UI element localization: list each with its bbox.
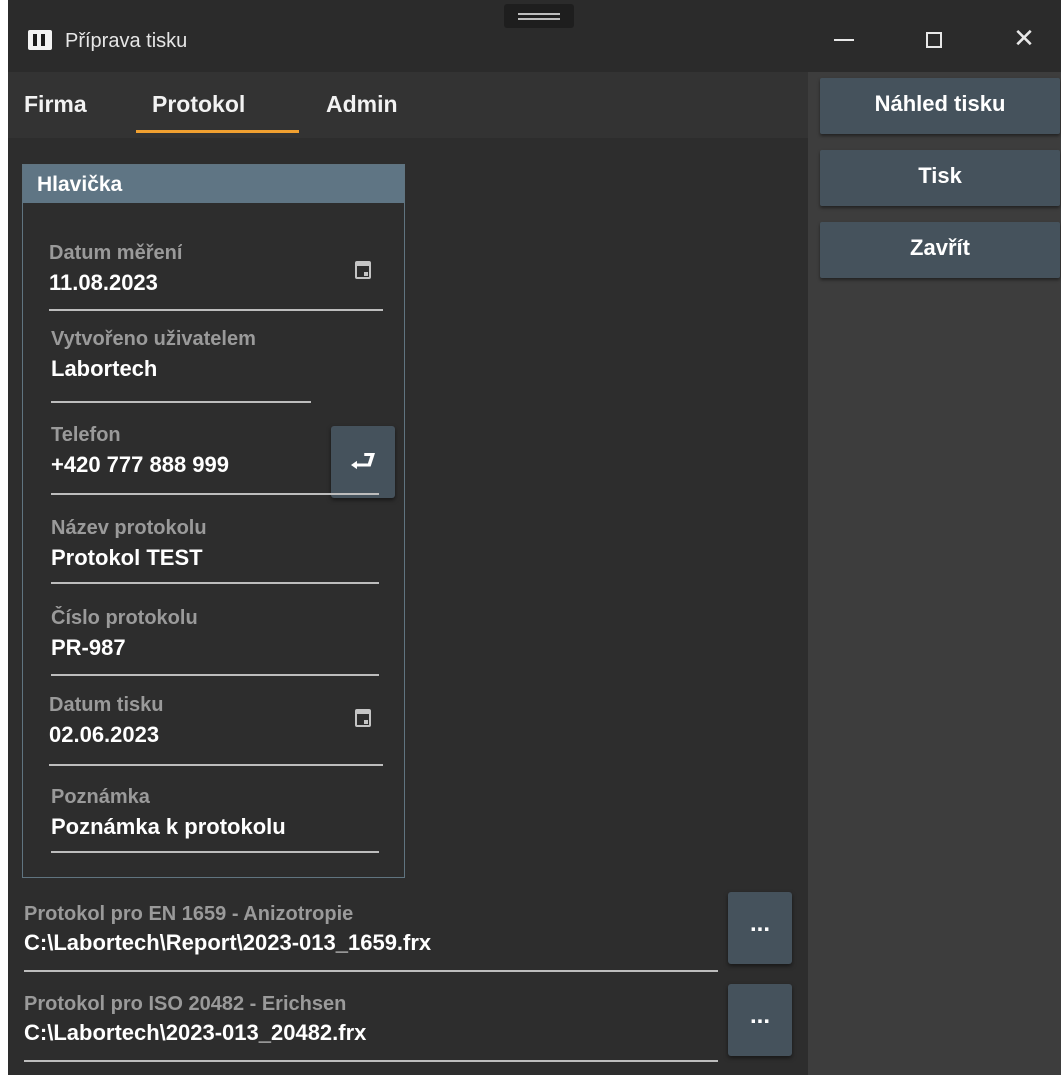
window-title: Příprava tisku bbox=[65, 30, 188, 52]
tab-bar: Firma Protokol Admin bbox=[8, 72, 808, 138]
main-content: Firma Protokol Admin Hlavička Datum měře… bbox=[8, 72, 808, 1075]
minimize-button[interactable] bbox=[814, 16, 874, 60]
field-label: Číslo protokolu bbox=[51, 607, 198, 629]
print-preview-button[interactable]: Náhled tisku bbox=[820, 78, 1060, 134]
maximize-icon bbox=[926, 32, 942, 49]
field-value: 11.08.2023 bbox=[49, 270, 158, 295]
print-date-field[interactable]: Datum tisku 02.06.2023 bbox=[49, 693, 383, 766]
field-label: Telefon bbox=[51, 424, 121, 446]
file-label: Protokol pro ISO 20482 - Erichsen bbox=[24, 993, 347, 1015]
action-panel: Náhled tisku Tisk Zavřít bbox=[808, 72, 1061, 1075]
tab-protokol[interactable]: Protokol bbox=[152, 88, 245, 120]
close-button[interactable]: Zavřít bbox=[820, 222, 1060, 278]
field-value: Labortech bbox=[51, 356, 158, 381]
measurement-date-field[interactable]: Datum měření 11.08.2023 bbox=[49, 241, 383, 311]
tab-admin[interactable]: Admin bbox=[326, 88, 398, 120]
field-value: 02.06.2023 bbox=[49, 722, 160, 747]
field-value: Poznámka k protokolu bbox=[51, 814, 286, 839]
field-label: Poznámka bbox=[51, 786, 150, 808]
report-file-field-iso20482[interactable]: Protokol pro ISO 20482 - Erichsen C:\Lab… bbox=[24, 992, 718, 1062]
tab-firma[interactable]: Firma bbox=[24, 88, 87, 120]
title-bar[interactable]: Příprava tisku ✕ bbox=[8, 0, 1061, 72]
protocol-number-field[interactable]: Číslo protokolu PR-987 bbox=[51, 606, 379, 676]
drag-handle-icon[interactable] bbox=[504, 4, 574, 28]
phone-field[interactable]: Telefon +420 777 888 999 bbox=[51, 423, 379, 495]
browse-file-button-iso20482[interactable]: ... bbox=[728, 984, 792, 1056]
note-field[interactable]: Poznámka Poznámka k protokolu bbox=[51, 785, 379, 853]
field-label: Datum tisku bbox=[49, 694, 164, 716]
field-label: Datum měření bbox=[49, 242, 183, 264]
field-value: +420 777 888 999 bbox=[51, 452, 230, 477]
created-by-field[interactable]: Vytvořeno uživatelem Labortech bbox=[51, 327, 311, 403]
file-label: Protokol pro EN 1659 - Anizotropie bbox=[24, 903, 354, 925]
calendar-icon[interactable] bbox=[355, 261, 371, 279]
print-button[interactable]: Tisk bbox=[820, 150, 1060, 206]
field-label: Vytvořeno uživatelem bbox=[51, 328, 256, 350]
header-groupbox: Hlavička Datum měření 11.08.2023 Vytvoře… bbox=[22, 164, 405, 878]
field-label: Název protokolu bbox=[51, 517, 207, 539]
groupbox-title: Hlavička bbox=[23, 165, 404, 203]
report-file-field-en1659[interactable]: Protokol pro EN 1659 - Anizotropie C:\La… bbox=[24, 902, 718, 972]
print-preparation-window: Příprava tisku ✕ Firma Protokol Admin Hl… bbox=[8, 0, 1061, 1075]
app-icon bbox=[28, 30, 52, 50]
protocol-name-field[interactable]: Název protokolu Protokol TEST bbox=[51, 516, 379, 584]
browse-file-button-en1659[interactable]: ... bbox=[728, 892, 792, 964]
close-icon: ✕ bbox=[1013, 23, 1035, 53]
minimize-icon bbox=[834, 39, 854, 42]
calendar-icon[interactable] bbox=[355, 709, 371, 727]
maximize-button[interactable] bbox=[904, 16, 964, 60]
field-value: Protokol TEST bbox=[51, 545, 203, 570]
file-path: C:\Labortech\2023-013_20482.frx bbox=[24, 1020, 367, 1045]
file-path: C:\Labortech\Report\2023-013_1659.frx bbox=[24, 930, 432, 955]
active-tab-indicator bbox=[136, 130, 299, 133]
field-value: PR-987 bbox=[51, 635, 126, 660]
close-window-button[interactable]: ✕ bbox=[994, 16, 1054, 60]
